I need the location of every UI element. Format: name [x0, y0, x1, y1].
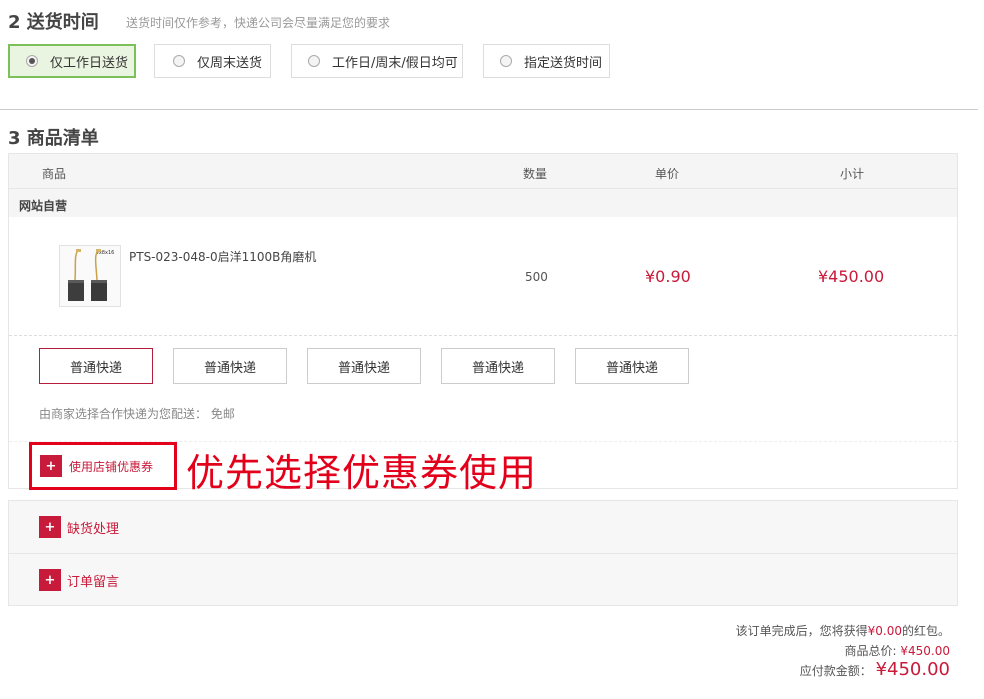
delivery-option-weekday[interactable]: 仅工作日送货 [8, 44, 136, 78]
goods-total-value: ¥450.00 [900, 644, 950, 658]
shop-row: 网站自营 [9, 189, 957, 217]
delivery-option-label: 指定送货时间 [524, 55, 603, 71]
plus-icon[interactable]: + [39, 516, 61, 538]
column-price: 单价 [655, 167, 680, 181]
product-name[interactable]: PTS-023-048-0启洋1100B角磨机 [129, 248, 316, 265]
delivery-option-weekend[interactable]: 仅周末送货 [154, 44, 271, 78]
pay-amount-value: ¥450.00 [875, 659, 950, 680]
shipping-option-5[interactable]: 普通快递 [575, 348, 689, 384]
coupon-highlight-box[interactable]: + 使用店铺优惠券 [29, 442, 177, 490]
plus-icon[interactable]: + [39, 569, 61, 591]
dashed-divider [9, 335, 957, 336]
delivery-option-label: 仅工作日送货 [50, 55, 129, 71]
redpacket-amount: ¥0.00 [867, 624, 902, 638]
order-options: + 缺货处理 + 订单留言 [8, 500, 958, 606]
product-price: ¥0.90 [645, 267, 691, 286]
column-qty: 数量 [523, 167, 548, 181]
goods-section-title: 3 商品清单 [8, 128, 99, 149]
radio-icon [500, 55, 512, 67]
shipping-option-1[interactable]: 普通快递 [39, 348, 153, 384]
delivery-section-title: 2 送货时间 [8, 12, 99, 33]
delivery-option-anytime[interactable]: 工作日/周末/假日均可 [291, 44, 463, 78]
section-divider [0, 109, 978, 110]
product-qty: 500 [525, 270, 548, 284]
radio-icon [26, 55, 38, 67]
goods-table-header: 商品 数量 单价 小计 [9, 154, 957, 189]
plus-icon[interactable]: + [40, 455, 62, 477]
shipping-note: 由商家选择合作快递为您配送： 免邮 [39, 407, 235, 421]
product-subtotal: ¥450.00 [818, 267, 885, 286]
order-message-label[interactable]: 订单留言 [67, 571, 119, 590]
shop-name: 网站自营 [19, 199, 68, 213]
column-product: 商品 [42, 167, 67, 181]
stockout-label[interactable]: 缺货处理 [67, 518, 119, 537]
goods-total: 商品总价: ¥450.00 [845, 642, 951, 659]
delivery-option-label: 工作日/周末/假日均可 [332, 55, 458, 71]
goods-table: 商品 数量 单价 小计 网站自营 5x8x16 PTS-023-048-0启洋1… [8, 153, 958, 490]
shipping-option-4[interactable]: 普通快递 [441, 348, 555, 384]
coupon-label[interactable]: 使用店铺优惠券 [69, 458, 153, 475]
pay-amount-label: 应付款金额： [799, 664, 872, 678]
shipping-option-3[interactable]: 普通快递 [307, 348, 421, 384]
redpacket-suffix: 的红包。 [901, 624, 950, 638]
stockout-toggle[interactable]: + 缺货处理 [39, 516, 119, 538]
radio-icon [173, 55, 185, 67]
annotation-text: 优先选择优惠券使用 [186, 451, 538, 495]
pay-amount: 应付款金额： ¥450.00 [800, 659, 950, 680]
redpacket-prefix: 该订单完成后，您将获得 [735, 624, 868, 638]
delivery-hint: 送货时间仅作参考，快递公司会尽量满足您的要求 [126, 16, 391, 30]
shipping-option-2[interactable]: 普通快递 [173, 348, 287, 384]
goods-total-label: 商品总价: [844, 644, 897, 658]
product-image[interactable]: 5x8x16 [59, 245, 121, 307]
order-message-toggle[interactable]: + 订单留言 [39, 569, 119, 591]
column-subtotal: 小计 [840, 167, 865, 181]
carbon-brush-picture: 5x8x16 [60, 246, 120, 306]
radio-icon [308, 55, 320, 67]
delivery-option-specified[interactable]: 指定送货时间 [483, 44, 610, 78]
delivery-option-label: 仅周末送货 [197, 55, 263, 71]
divider [9, 553, 957, 554]
redpacket-note: 该订单完成后，您将获得¥0.00的红包。 [736, 622, 950, 639]
